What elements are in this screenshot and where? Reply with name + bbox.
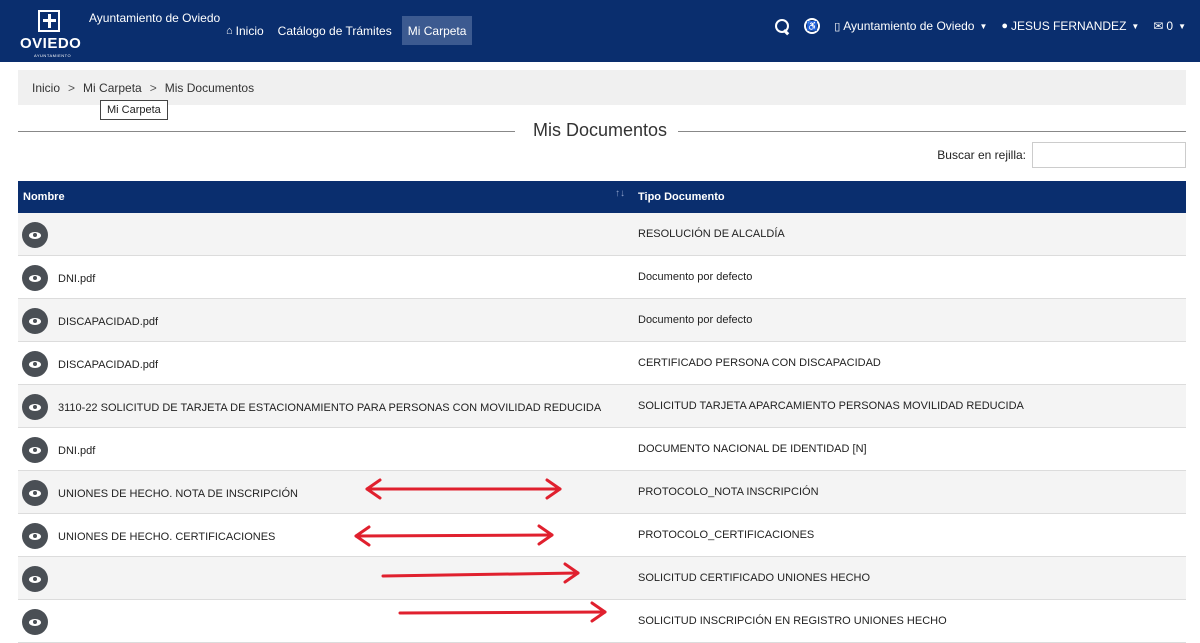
home-icon: ⌂: [226, 24, 233, 37]
cell-tipo-documento: RESOLUCIÓN DE ALCALDÍA: [638, 228, 785, 240]
cell-tipo-documento: PROTOCOLO_NOTA INSCRIPCIÓN: [638, 486, 819, 498]
cell-tipo-documento: SOLICITUD INSCRIPCIÓN EN REGISTRO UNIONE…: [638, 615, 947, 627]
table-body: RESOLUCIÓN DE ALCALDÍA DNI.pdf Documento p…: [18, 213, 1186, 643]
view-document-button[interactable]: [22, 308, 48, 334]
organization-menu[interactable]: ▯ Ayuntamiento de Oviedo ▼: [834, 19, 987, 33]
nav-catalogo-label: Catálogo de Trámites: [277, 23, 392, 38]
view-document-button[interactable]: [22, 265, 48, 291]
table-row: SOLICITUD INSCRIPCIÓN EN REGISTRO UNIONE…: [18, 600, 1186, 643]
search-icon: [775, 18, 790, 34]
cell-nombre: DISCAPACIDAD.pdf: [58, 359, 159, 371]
page-title: Mis Documentos: [533, 120, 668, 140]
building-icon: ▯: [834, 20, 841, 33]
eye-icon: [29, 360, 41, 368]
nav-inicio-label: Inicio: [235, 23, 264, 38]
eye-icon: [29, 317, 41, 325]
page-title-row: Mis Documentos: [18, 120, 1186, 142]
main-nav: ⌂ Inicio Catálogo de Trámites Mi Carpeta: [222, 16, 478, 45]
breadcrumb-inicio[interactable]: Inicio: [32, 81, 60, 95]
table-row: UNIONES DE HECHO. CERTIFICACIONES PROTOCO…: [18, 514, 1186, 557]
table-row: DNI.pdf DOCUMENTO NACIONAL DE IDENTIDAD […: [18, 428, 1186, 471]
cross-emblem-icon: [38, 10, 60, 32]
grid-search-input[interactable]: [1032, 142, 1186, 168]
accessibility-button[interactable]: ♿: [804, 18, 821, 34]
grid-search: Buscar en rejilla:: [937, 142, 1186, 168]
view-document-button[interactable]: [22, 394, 48, 420]
view-document-button[interactable]: [22, 480, 48, 506]
title-divider-right: [678, 131, 1186, 132]
table-header: Nombre ↑↓ Tipo Documento: [18, 181, 1186, 213]
breadcrumb-mi-carpeta[interactable]: Mi Carpeta: [83, 81, 142, 95]
cell-tipo-documento: Documento por defecto: [638, 271, 753, 283]
top-navbar: OVIEDO AYUNTAMIENTO Ayuntamiento de Ovie…: [0, 0, 1200, 62]
nav-inicio[interactable]: ⌂ Inicio: [222, 16, 268, 45]
user-icon: ●: [1001, 20, 1009, 32]
logo-text: OVIEDO: [20, 35, 82, 52]
eye-icon: [29, 489, 41, 497]
nav-right: ♿ ▯ Ayuntamiento de Oviedo ▼ ● JESUS FER…: [761, 18, 1186, 34]
table-row: SOLICITUD CERTIFICADO UNIONES HECHO: [18, 557, 1186, 600]
site-title: Ayuntamiento de Oviedo: [89, 11, 221, 25]
search-button[interactable]: [775, 18, 790, 34]
cell-tipo-documento: SOLICITUD CERTIFICADO UNIONES HECHO: [638, 572, 871, 584]
table-row: DISCAPACIDAD.pdf CERTIFICADO PERSONA CON …: [18, 342, 1186, 385]
breadcrumb-tooltip: Mi Carpeta: [100, 100, 168, 120]
view-document-button[interactable]: [22, 609, 48, 635]
chevron-down-icon: ▼: [1178, 21, 1186, 31]
cell-nombre: DNI.pdf: [58, 445, 96, 457]
cell-tipo-documento: Documento por defecto: [638, 314, 753, 326]
eye-icon: [29, 532, 41, 540]
eye-icon: [29, 403, 41, 411]
cell-nombre: UNIONES DE HECHO. CERTIFICACIONES: [58, 531, 276, 543]
view-document-button[interactable]: [22, 566, 48, 592]
organization-menu-label: Ayuntamiento de Oviedo: [843, 19, 975, 33]
cell-nombre: 3110-22 SOLICITUD DE TARJETA DE ESTACION…: [58, 402, 602, 414]
envelope-icon: ✉: [1153, 19, 1164, 33]
cell-nombre: DNI.pdf: [58, 273, 96, 285]
view-document-button[interactable]: [22, 523, 48, 549]
nav-catalogo-tramites[interactable]: Catálogo de Trámites: [274, 16, 396, 45]
eye-icon: [29, 274, 41, 282]
cell-nombre: UNIONES DE HECHO. NOTA DE INSCRIPCIÓN: [58, 488, 298, 500]
user-menu[interactable]: ● JESUS FERNANDEZ ▼: [1001, 19, 1139, 33]
column-header-tipo-documento[interactable]: Tipo Documento: [638, 191, 725, 203]
oviedo-logo[interactable]: OVIEDO AYUNTAMIENTO: [20, 10, 82, 58]
view-document-button[interactable]: [22, 351, 48, 377]
title-divider-left: [18, 131, 515, 132]
messages-count: 0: [1166, 19, 1174, 33]
messages-menu[interactable]: ✉ 0 ▼: [1153, 19, 1186, 33]
view-document-button[interactable]: [22, 437, 48, 463]
table-row: DNI.pdf Documento por defecto: [18, 256, 1186, 299]
table-row: 3110-22 SOLICITUD DE TARJETA DE ESTACION…: [18, 385, 1186, 428]
user-menu-label: JESUS FERNANDEZ: [1011, 19, 1127, 33]
table-row: UNIONES DE HECHO. NOTA DE INSCRIPCIÓN PRO…: [18, 471, 1186, 514]
breadcrumb-separator: >: [68, 80, 76, 95]
column-header-nombre[interactable]: Nombre: [23, 191, 65, 203]
breadcrumb-separator: >: [149, 80, 157, 95]
nav-mi-carpeta-label: Mi Carpeta: [407, 23, 467, 38]
sort-icon[interactable]: ↑↓: [615, 188, 625, 199]
logo-subtext: AYUNTAMIENTO: [34, 53, 72, 58]
eye-icon: [29, 618, 41, 626]
cell-tipo-documento: CERTIFICADO PERSONA CON DISCAPACIDAD: [638, 357, 881, 369]
accessibility-icon: ♿: [804, 18, 821, 34]
chevron-down-icon: ▼: [979, 21, 988, 31]
table-row: DISCAPACIDAD.pdf Documento por defecto: [18, 299, 1186, 342]
eye-icon: [29, 575, 41, 583]
chevron-down-icon: ▼: [1131, 21, 1140, 31]
documents-table: Nombre ↑↓ Tipo Documento RESOLUCIÓN DE A…: [18, 181, 1186, 643]
nav-mi-carpeta[interactable]: Mi Carpeta: [401, 16, 473, 45]
cell-tipo-documento: PROTOCOLO_CERTIFICACIONES: [638, 529, 815, 541]
breadcrumb: Inicio > Mi Carpeta > Mis Documentos: [18, 70, 1186, 105]
grid-search-label: Buscar en rejilla:: [937, 148, 1026, 162]
cell-tipo-documento: SOLICITUD TARJETA APARCAMIENTO PERSONAS …: [638, 400, 1024, 412]
view-document-button[interactable]: [22, 222, 48, 248]
cell-nombre: DISCAPACIDAD.pdf: [58, 316, 159, 328]
table-row: RESOLUCIÓN DE ALCALDÍA: [18, 213, 1186, 256]
eye-icon: [29, 231, 41, 239]
breadcrumb-mis-documentos: Mis Documentos: [164, 80, 255, 95]
eye-icon: [29, 446, 41, 454]
cell-tipo-documento: DOCUMENTO NACIONAL DE IDENTIDAD [N]: [638, 443, 867, 455]
